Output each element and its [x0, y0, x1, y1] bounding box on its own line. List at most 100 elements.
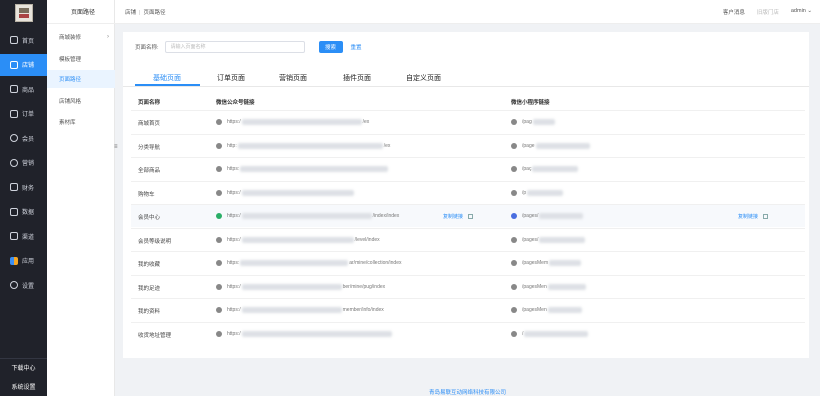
sidebar-item-finance[interactable]: 财务 — [0, 176, 47, 198]
table-row: 会员中心 https:/ /index/index/pages/复制链接 复制链接 — [131, 204, 805, 227]
link-suffix: /ex — [383, 142, 391, 149]
subnav-item-label: 素材库 — [59, 120, 76, 126]
redacted-url — [535, 142, 590, 149]
subnav-item[interactable]: 模板管理 — [47, 50, 115, 68]
subnav-item[interactable]: 店铺风格 — [47, 92, 115, 110]
subnav-item[interactable]: 页面路径 — [47, 70, 115, 88]
link-suffix: ber/mine/pug/index — [342, 283, 386, 290]
link-prefix: /p — [522, 189, 527, 196]
sub-navigation: 页面路径 商城装修 › 模板管理 页面路径 店铺风格 素材库 — [47, 0, 115, 396]
wechat-link-cell[interactable]: https: ar/mine/collection/index — [216, 258, 401, 268]
goods-icon — [10, 85, 18, 93]
sidebar-item-label: 应用 — [22, 259, 35, 265]
link-suffix: /level/index — [354, 236, 380, 243]
miniprogram-link-cell[interactable]: /pages/ — [511, 211, 584, 221]
chevron-right-icon: › — [107, 34, 109, 40]
tab-order-pages[interactable]: 订单页面 — [217, 73, 245, 83]
copy-wechat-link-button[interactable]: 复制链接 — [443, 213, 474, 220]
copy-miniprogram-link-button[interactable]: 复制链接 — [738, 213, 769, 220]
sidebar-item-store[interactable]: 店铺 — [0, 53, 47, 76]
sidebar-item-channel[interactable]: 渠道 — [0, 225, 47, 247]
sidebar-item-gear[interactable]: 设置 — [0, 274, 47, 296]
column-header-name: 页面名称 — [138, 100, 161, 106]
copy-label: 复制链接 — [443, 214, 464, 220]
download-center-link[interactable]: 下载中心 — [0, 358, 47, 376]
link-prefix: /pages/ — [522, 236, 539, 243]
redacted-url — [240, 260, 349, 266]
wechat-link-cell[interactable]: https:/ — [216, 329, 393, 339]
link-prefix: https: — [227, 260, 240, 266]
miniprogram-link-cell[interactable]: /pagesMen — [511, 305, 582, 315]
page-name-search-input[interactable] — [164, 41, 305, 53]
store-switch-link[interactable]: 旧版门店 — [757, 8, 779, 16]
wechat-link-cell[interactable]: https: — [216, 164, 389, 174]
customer-messages-link[interactable]: 客户消息 — [723, 8, 745, 16]
page-name-cell: 分类导航 — [138, 144, 161, 151]
wechat-link-cell[interactable]: https:/ ber/mine/pug/index — [216, 282, 385, 292]
wechat-link-cell[interactable]: http: /ex — [216, 141, 390, 151]
store-logo[interactable] — [15, 4, 33, 22]
collapse-menu-icon[interactable]: ≡ — [114, 142, 120, 152]
system-settings-link[interactable]: 系统设置 — [0, 377, 47, 395]
page-name-cell: 购物车 — [138, 191, 155, 198]
sidebar-item-home[interactable]: 首页 — [0, 29, 47, 51]
wechat-link-cell[interactable]: https:/ /ex — [216, 117, 369, 127]
miniprogram-link-cell[interactable]: /pagesMen — [511, 282, 586, 292]
sidebar-item-goods[interactable]: 商品 — [0, 78, 47, 100]
tab-marketing-pages[interactable]: 营销页面 — [279, 73, 307, 83]
page-type-tabs: 基础页面 订单页面 营销页面 插件页面 自定义页面 — [123, 69, 809, 87]
miniprogram-link-cell[interactable]: / — [511, 329, 589, 339]
miniprogram-link-cell[interactable]: /p — [511, 188, 564, 198]
tab-custom-pages[interactable]: 自定义页面 — [406, 73, 441, 83]
miniprogram-link-cell[interactable]: /pages/ — [511, 235, 586, 245]
link-prefix: https:/ — [227, 330, 241, 337]
globe-icon — [216, 307, 222, 313]
footer-company[interactable]: 青岛易联互动网络科技有限公司 — [115, 388, 820, 396]
search-label: 页面名称: — [135, 45, 159, 51]
sidebar-item-data[interactable]: 数据 — [0, 201, 47, 223]
wechat-link-cell[interactable]: https:/ /index/index — [216, 211, 399, 221]
wechat-link-cell[interactable]: https:/ /level/index — [216, 235, 380, 245]
breadcrumb-item[interactable]: 店铺 — [125, 10, 136, 16]
subnav-item-label: 店铺风格 — [59, 99, 82, 105]
wechat-link-cell[interactable]: https:/ member/info/index — [216, 305, 384, 315]
miniprogram-link-cell[interactable]: /pagesMem — [511, 258, 582, 268]
tab-plugin-pages[interactable]: 插件页面 — [343, 73, 371, 83]
subnav-item[interactable]: 商城装修 › — [47, 28, 115, 46]
subnav-item[interactable]: 素材库 — [47, 113, 115, 131]
redacted-url — [527, 189, 564, 196]
sidebar-item-marketing[interactable]: 营销 — [0, 152, 47, 174]
wechat-link-cell[interactable]: https:/ — [216, 188, 355, 198]
table-row: 我的资料 https:/ member/info/index/pagesMen — [131, 298, 805, 321]
tab-basic-pages[interactable]: 基础页面 — [153, 73, 181, 83]
table-row: 分类导航 http: /ex/page — [131, 133, 805, 157]
miniprogram-link-cell[interactable]: /page — [511, 141, 590, 151]
user-menu[interactable]: admin ⌄ — [791, 8, 812, 16]
link-prefix: http: — [227, 142, 237, 149]
miniprogram-link-cell[interactable]: /paç — [511, 164, 579, 174]
breadcrumb-item: 页面路径 — [143, 10, 166, 16]
sidebar-item-label: 订单 — [22, 112, 35, 118]
globe-icon — [511, 166, 517, 172]
miniprogram-link-cell[interactable]: /pag — [511, 117, 555, 127]
sidebar-item-label: 渠道 — [22, 234, 35, 241]
miniprogram-icon — [511, 213, 517, 219]
sidebar-item-member[interactable]: 会员 — [0, 127, 47, 149]
reset-button[interactable]: 重置 — [351, 43, 362, 51]
redacted-url — [241, 189, 354, 196]
search-button[interactable]: 搜索 — [318, 41, 343, 53]
globe-icon — [511, 283, 517, 290]
active-tab-indicator — [135, 84, 200, 86]
globe-icon — [216, 283, 222, 290]
table-row: 商城首页 https:/ /ex/pag — [131, 110, 805, 133]
sidebar-item-label: 设置 — [22, 283, 35, 290]
link-prefix: /pagesMem — [522, 260, 549, 266]
main-panel: 页面名称: 搜索 重置 基础页面 订单页面 营销页面 插件页面 自定义页面 页面… — [123, 32, 809, 358]
column-header-miniprogram-link: 微信小程序链接 — [511, 100, 550, 106]
globe-icon — [216, 142, 222, 149]
copy-label: 复制链接 — [738, 214, 759, 220]
redacted-url — [241, 330, 392, 337]
link-suffix: /index/index — [372, 213, 400, 219]
sidebar-item-order[interactable]: 订单 — [0, 103, 47, 125]
sidebar-item-apps[interactable]: 应用 — [0, 250, 47, 272]
